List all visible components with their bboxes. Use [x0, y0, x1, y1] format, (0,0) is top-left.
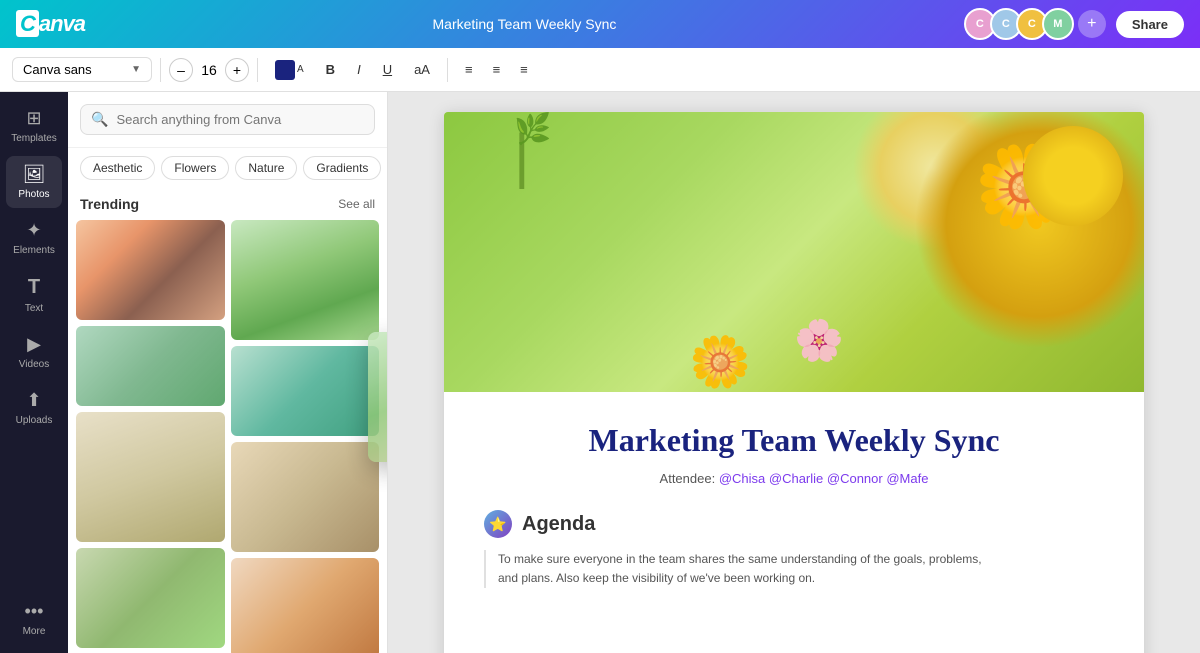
- filter-aesthetic[interactable]: Aesthetic: [80, 156, 155, 180]
- bold-icon: B: [326, 62, 335, 77]
- sidebar-item-uploads[interactable]: ⬆ Uploads: [6, 382, 62, 434]
- photo-thumb-4[interactable]: [76, 326, 225, 406]
- app-header: Canva Marketing Team Weekly Sync C C C M…: [0, 0, 1200, 48]
- templates-icon: ⊞: [26, 108, 41, 129]
- text-color-button[interactable]: A: [266, 55, 313, 85]
- mention-chisa: @Chisa: [719, 471, 765, 486]
- search-input[interactable]: [116, 112, 364, 127]
- canvas-document: | 🌿 🌼 🌸 🌼 Marketing Team Weekly Sync Att…: [444, 112, 1144, 653]
- sidebar-item-text[interactable]: T Text: [6, 268, 62, 322]
- sidebar-item-videos[interactable]: ▶ Videos: [6, 326, 62, 378]
- header-right: C C C M + Share: [964, 8, 1184, 40]
- doc-hero-image: | 🌿 🌼 🌸 🌼: [444, 112, 1144, 392]
- photo-thumb-5[interactable]: [231, 346, 380, 436]
- filter-gradients[interactable]: Gradients: [303, 156, 381, 180]
- sidebar-label-uploads: Uploads: [16, 415, 53, 426]
- document-title-area: Marketing Team Weekly Sync: [433, 16, 617, 32]
- photo-col-right: [231, 220, 380, 653]
- logo: Canva: [16, 11, 85, 37]
- search-icon: 🔍: [91, 111, 108, 128]
- main-content: ⊞ Templates 🖼 Photos ✦ Elements T Text ▶…: [0, 92, 1200, 653]
- font-size-increase-button[interactable]: +: [225, 58, 249, 82]
- canvas-area[interactable]: | 🌿 🌼 🌸 🌼 Marketing Team Weekly Sync Att…: [388, 92, 1200, 653]
- photo-thumb-7[interactable]: [76, 412, 225, 542]
- left-sidebar: ⊞ Templates 🖼 Photos ✦ Elements T Text ▶…: [0, 92, 68, 653]
- align-right-button[interactable]: ≡: [511, 57, 537, 82]
- divider-3: [447, 58, 448, 82]
- mention-mafe: @Mafe: [886, 471, 928, 486]
- photos-panel: 🔍 Aesthetic Flowers Nature Gradients › T…: [68, 92, 388, 653]
- sidebar-label-videos: Videos: [19, 359, 49, 370]
- agenda-title: Agenda: [522, 513, 595, 536]
- mention-charlie: @Charlie: [769, 471, 823, 486]
- agenda-header: ⭐ Agenda: [484, 510, 1104, 538]
- sidebar-item-more[interactable]: ••• More: [6, 593, 62, 645]
- formatting-toolbar: Canva sans ▼ – 16 + A B I U aA ≡ ≡ ≡: [0, 48, 1200, 92]
- sidebar-item-photos[interactable]: 🖼 Photos: [6, 156, 62, 208]
- photo-thumb-2[interactable]: [231, 220, 380, 340]
- sidebar-item-elements[interactable]: ✦ Elements: [6, 212, 62, 264]
- doc-body-text: To make sure everyone in the team shares…: [484, 550, 1104, 588]
- doc-title: Marketing Team Weekly Sync: [484, 422, 1104, 459]
- photo-thumb-1[interactable]: [76, 220, 225, 320]
- trending-header: Trending See all: [68, 188, 387, 220]
- document-title: Marketing Team Weekly Sync: [433, 16, 617, 32]
- underline-button[interactable]: U: [374, 57, 401, 82]
- alignment-controls: ≡ ≡ ≡: [456, 57, 537, 82]
- bold-button[interactable]: B: [317, 57, 344, 82]
- font-name-label: Canva sans: [23, 62, 92, 77]
- photo-thumb-8[interactable]: [231, 558, 380, 653]
- chevron-down-icon: ▼: [131, 64, 141, 75]
- videos-icon: ▶: [27, 334, 41, 355]
- photos-icon: 🖼: [23, 164, 46, 185]
- add-collaborator-button[interactable]: +: [1078, 10, 1106, 38]
- body-line-2: and plans. Also keep the visibility of w…: [498, 569, 1104, 588]
- divider-2: [257, 58, 258, 82]
- sidebar-label-more: More: [23, 626, 46, 637]
- search-bar: 🔍: [68, 92, 387, 148]
- align-left-button[interactable]: ≡: [456, 57, 482, 82]
- font-family-selector[interactable]: Canva sans ▼: [12, 57, 152, 82]
- font-size-controls: – 16 +: [169, 58, 249, 82]
- body-line-1: To make sure everyone in the team shares…: [498, 550, 1104, 569]
- filter-flowers[interactable]: Flowers: [161, 156, 229, 180]
- sidebar-item-templates[interactable]: ⊞ Templates: [6, 100, 62, 152]
- text-icon: T: [28, 276, 40, 299]
- doc-content: Marketing Team Weekly Sync Attendee: @Ch…: [444, 392, 1144, 618]
- case-button[interactable]: aA: [405, 57, 439, 82]
- filter-tags-bar: Aesthetic Flowers Nature Gradients ›: [68, 148, 387, 188]
- sidebar-label-templates: Templates: [11, 133, 57, 144]
- share-button[interactable]: Share: [1116, 11, 1184, 38]
- see-all-link[interactable]: See all: [338, 197, 375, 211]
- font-size-value: 16: [197, 62, 221, 78]
- sidebar-label-elements: Elements: [13, 245, 55, 256]
- underline-icon: U: [383, 62, 392, 77]
- photo-col-left: [76, 220, 225, 653]
- avatar-mafe: M: [1042, 8, 1074, 40]
- mention-connor: @Connor: [827, 471, 883, 486]
- photo-thumb-9[interactable]: [76, 548, 225, 648]
- color-label: A: [297, 64, 304, 75]
- doc-attendees: Attendee: @Chisa @Charlie @Connor @Mafe: [484, 471, 1104, 486]
- agenda-icon: ⭐: [484, 510, 512, 538]
- photo-thumb-6[interactable]: [231, 442, 380, 552]
- more-icon: •••: [25, 601, 44, 622]
- attendees-label: Attendee:: [660, 471, 716, 486]
- sidebar-label-photos: Photos: [18, 189, 49, 200]
- sidebar-label-text: Text: [25, 303, 43, 314]
- filter-nature[interactable]: Nature: [235, 156, 297, 180]
- trending-title: Trending: [80, 196, 139, 212]
- divider-1: [160, 58, 161, 82]
- photo-grid: [68, 220, 387, 653]
- italic-icon: I: [357, 62, 361, 77]
- color-swatch: [275, 60, 295, 80]
- grid-columns: [76, 220, 379, 653]
- uploads-icon: ⬆: [26, 390, 41, 411]
- align-center-button[interactable]: ≡: [484, 57, 510, 82]
- search-input-wrap: 🔍: [80, 104, 375, 135]
- font-size-decrease-button[interactable]: –: [169, 58, 193, 82]
- elements-icon: ✦: [26, 220, 41, 241]
- avatar-group: C C C M +: [964, 8, 1106, 40]
- italic-button[interactable]: I: [348, 57, 370, 82]
